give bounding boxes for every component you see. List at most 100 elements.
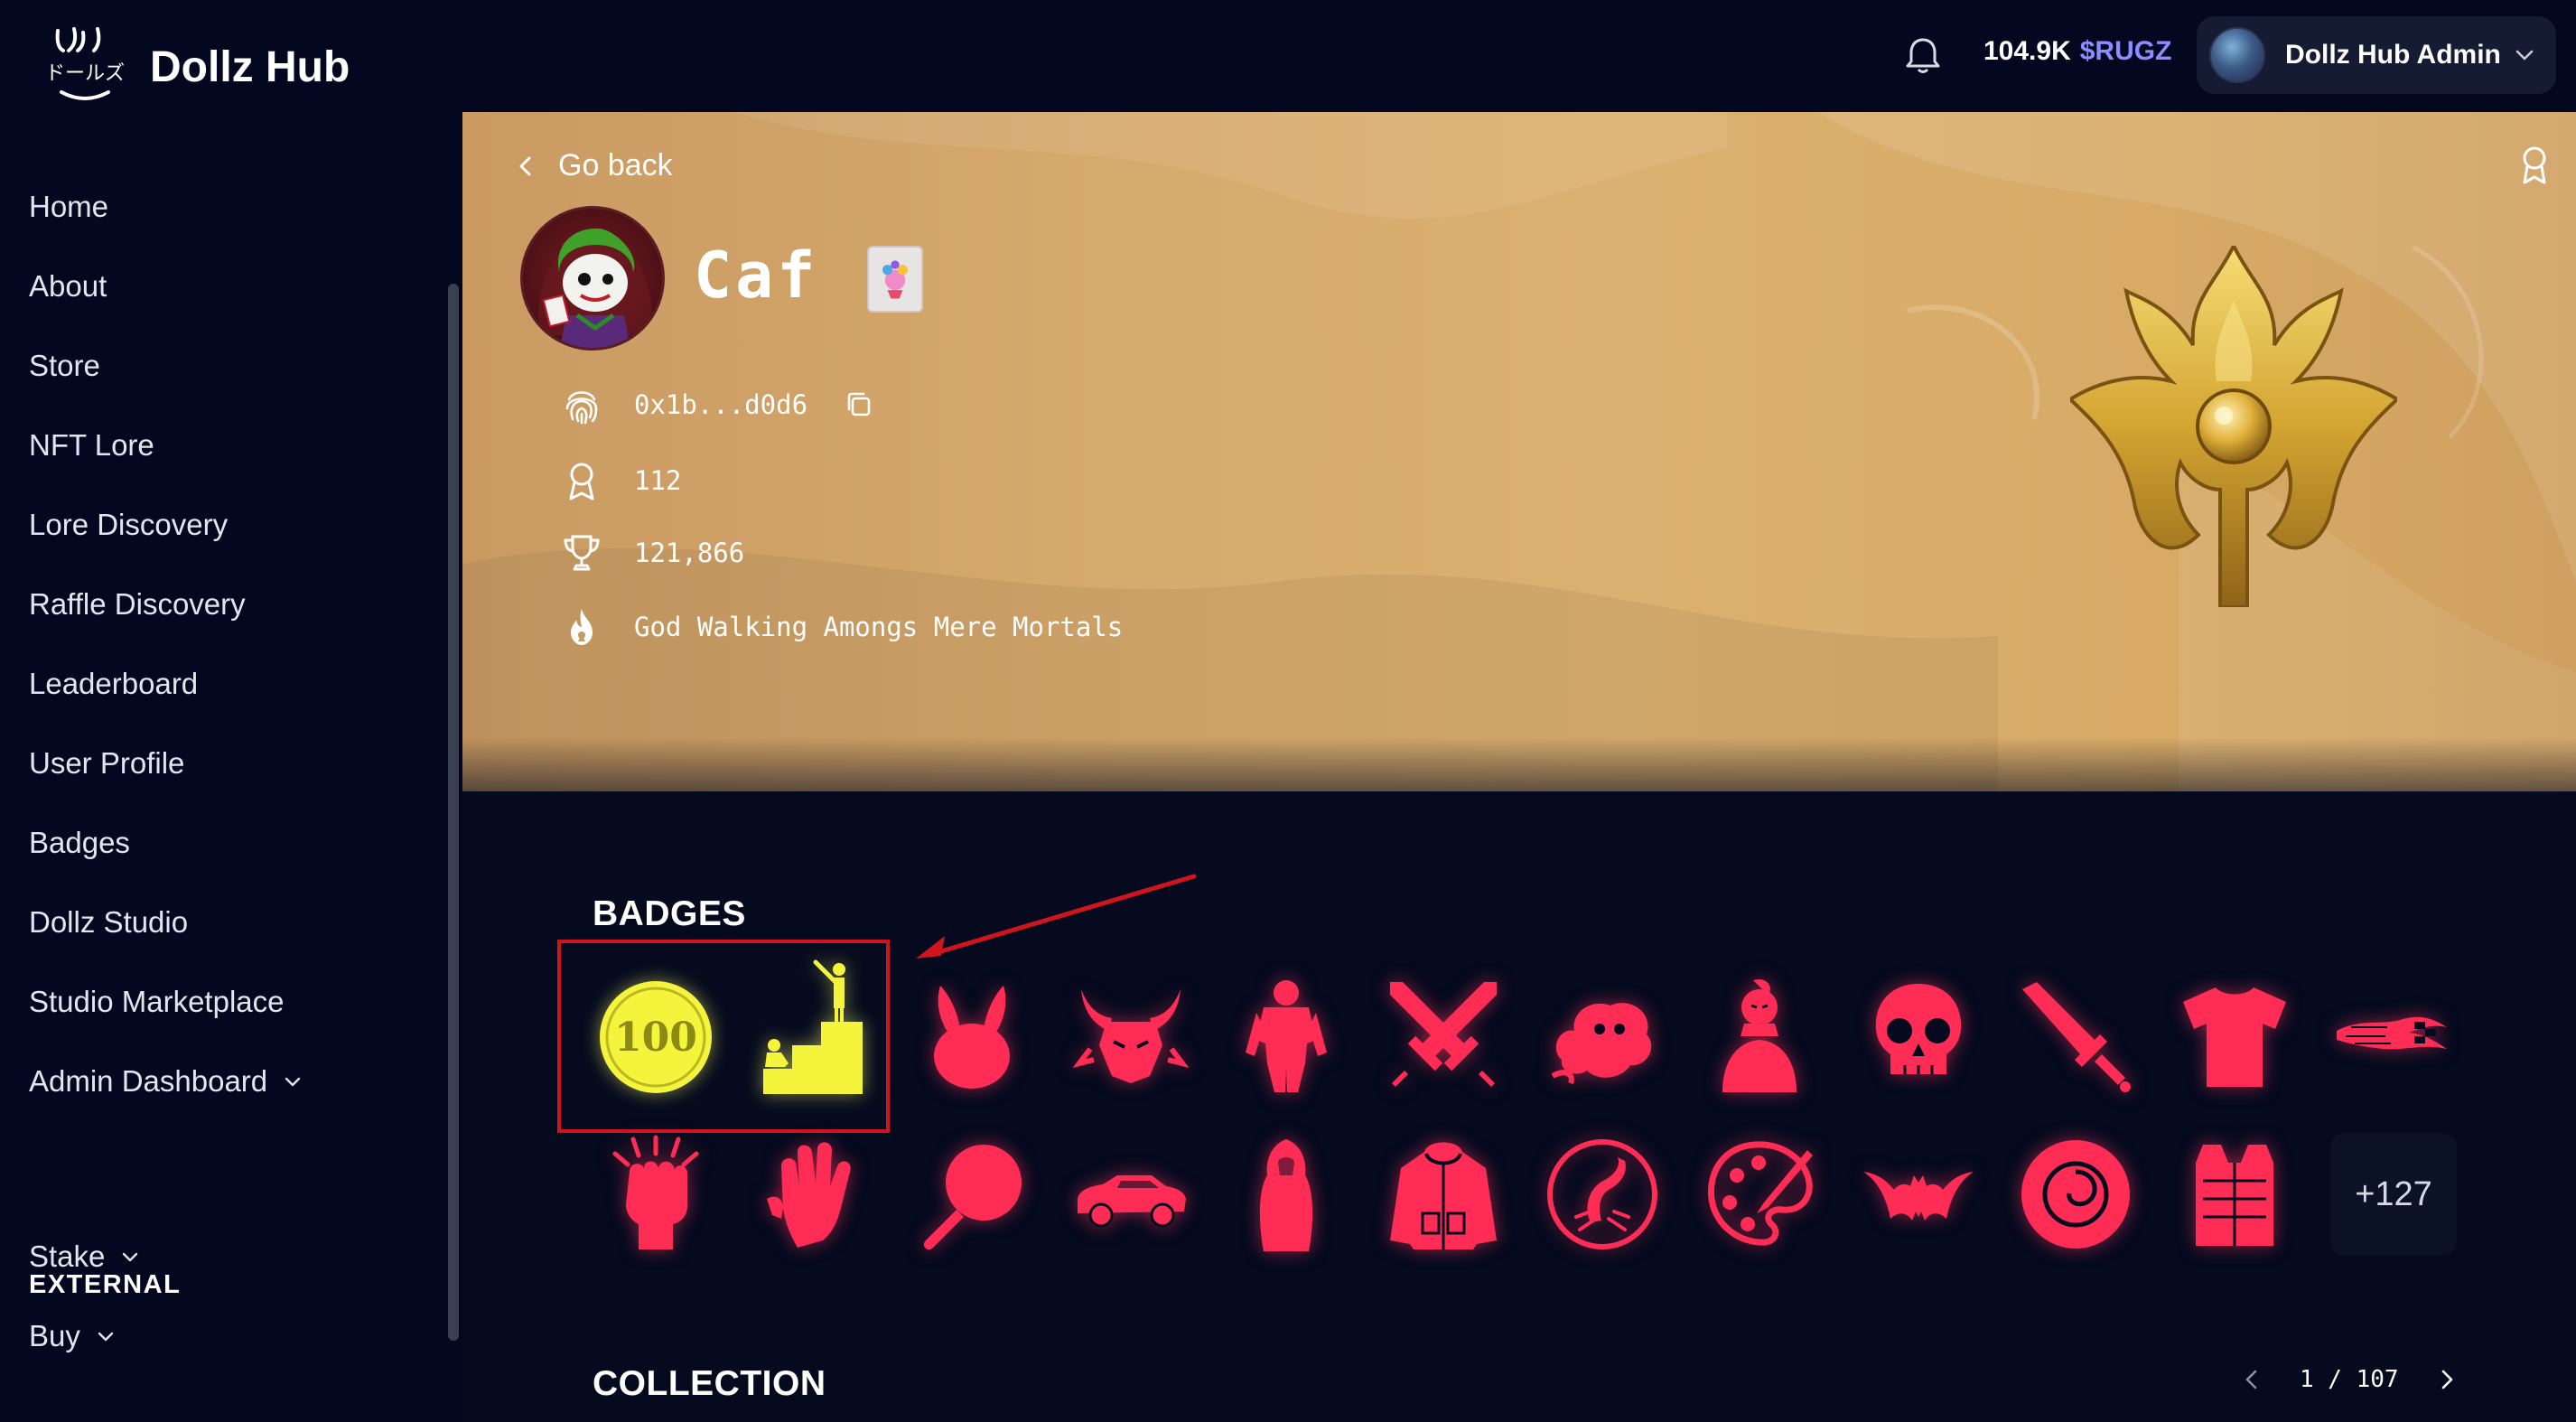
tshirt-icon [2183,987,2286,1087]
badge-podium[interactable] [751,959,874,1094]
score-row: 121,866 [560,531,744,575]
sidebar-item-label: Admin Dashboard [29,1064,268,1098]
badge-bunny[interactable] [910,974,1033,1097]
banner-fade [462,737,2576,791]
sidebar-item-leaderboard[interactable]: Leaderboard [29,667,198,701]
copy-icon[interactable] [844,389,874,420]
100-coin-icon: 100 [600,981,712,1093]
badge-vest[interactable] [2173,1133,2296,1256]
sidebar-item-nft-lore[interactable]: NFT Lore [29,428,154,463]
app-root: { "app": { "name": "Dollz Hub", "logo_te… [0,0,2576,1422]
horned-demon-icon [1072,989,1190,1083]
go-back-button[interactable]: Go back [513,148,673,183]
badge-spirit-creature[interactable] [1541,974,1664,1097]
user-menu[interactable]: Dollz Hub Admin [2197,16,2556,94]
fingerprint-icon [565,391,598,425]
badge-frying-pan[interactable] [910,1133,1033,1256]
rank-title: God Walking Amongs Mere Mortals [634,612,1124,642]
bunny-icon [934,986,1010,1089]
sidebar-item-home[interactable]: Home [29,190,108,224]
sidebar-item-label: Store [29,349,100,382]
notification-bell-icon[interactable] [1900,33,1946,78]
logo-icon: ドールズ [45,27,125,100]
badge-car[interactable] [1069,1133,1192,1256]
sidebar-item-studio-marketplace[interactable]: Studio Marketplace [29,985,284,1019]
badge-palette[interactable] [1698,1133,1821,1256]
spirit-creature-icon [1551,1003,1652,1085]
glove-icon [767,1142,851,1248]
annotation-arrow-icon [916,874,1197,959]
rank-emblem-icon [2070,246,2397,607]
hooded-cloak-icon [1259,1139,1313,1251]
sidebar-item-label: Lore Discovery [29,508,229,541]
badge-checkered-flag-flames[interactable] [2330,974,2453,1097]
flame-icon [571,609,593,645]
badge-glove[interactable] [751,1133,874,1256]
sidebar-item-store[interactable]: Store [29,349,100,383]
trophy-icon [564,535,600,571]
sidebar-item-label: Stake [29,1240,106,1273]
bat-icon [1863,1172,1974,1221]
badge-crossed-swords[interactable] [1382,974,1505,1097]
sidebar-item-admin-dashboard[interactable]: Admin Dashboard [29,1064,302,1099]
badge-armored-giant[interactable] [1225,974,1348,1097]
chevron-down-icon [98,1332,114,1342]
sidebar-item-stake[interactable]: Stake [29,1240,139,1274]
sidebar-item-about[interactable]: About [29,269,107,304]
badge-warrior-bust[interactable] [1698,974,1821,1097]
badge-vortex[interactable] [2014,1133,2137,1256]
wallet-row: 0x1b...d0d6 [560,383,874,426]
svg-text:ドールズ: ドールズ [45,62,125,85]
podium-icon [763,959,863,1094]
chevron-left-icon [519,156,531,175]
logo[interactable]: ドールズ Dollz Hub [42,23,350,110]
sidebar-item-label: About [29,269,107,303]
collection-section-title: COLLECTION [593,1364,826,1403]
frying-pan-icon [923,1145,1022,1250]
sidebar-item-lore-discovery[interactable]: Lore Discovery [29,508,228,542]
sidebar-item-label: User Profile [29,746,185,780]
sidebar-item-label: Buy [29,1319,80,1352]
wallet-address: 0x1b...d0d6 [634,389,808,420]
collection-pager: 1 / 107 [2240,1366,2459,1393]
profile-avatar [520,206,665,351]
car-icon [1078,1175,1186,1228]
badge-raised-fist[interactable] [594,1133,717,1256]
badge-tshirt[interactable] [2173,974,2296,1097]
sidebar-scrollbar[interactable] [448,284,459,1341]
sidebar-item-raffle-discovery[interactable]: Raffle Discovery [29,587,246,622]
chevron-left-icon[interactable] [2240,1368,2263,1391]
palette-icon [1707,1141,1813,1246]
chevron-down-icon [123,1252,138,1262]
crossed-swords-icon [1390,982,1497,1087]
balance-token: $RUGZ [2079,36,2172,66]
top-bar: ドールズ Dollz Hub 104.9K $RUGZ Dollz Hub Adm… [0,0,2576,112]
profile-name: Caf [694,239,819,313]
badge-bat[interactable] [1857,1133,1980,1256]
sidebar-item-buy[interactable]: Buy [29,1319,115,1353]
badge-hoodie[interactable] [1382,1133,1505,1256]
badge-broadsword[interactable] [2014,974,2137,1097]
badges-more-button[interactable]: +127 [2330,1133,2457,1256]
badge-horned-demon[interactable] [1069,974,1192,1097]
sidebar-item-label: Leaderboard [29,667,199,700]
avatar [2209,27,2265,83]
skull-icon [1875,984,1962,1074]
sidebar-item-user-profile[interactable]: User Profile [29,746,184,781]
sidebar: Home About Store NFT Lore Lore Discovery… [0,112,462,1422]
vest-icon [2196,1145,2273,1246]
score-value: 121,866 [634,538,745,568]
svg-text:100: 100 [614,1015,697,1061]
award-icon[interactable] [2516,145,2553,186]
badge-scorpion[interactable] [1541,1133,1664,1256]
pager-text: 1 / 107 [2300,1366,2399,1393]
sidebar-item-dollz-studio[interactable]: Dollz Studio [29,905,188,940]
sidebar-item-label: Dollz Studio [29,905,189,939]
sidebar-item-badges[interactable]: Badges [29,826,130,860]
chevron-right-icon[interactable] [2435,1368,2459,1391]
badge-skull[interactable] [1857,974,1980,1097]
chevron-down-icon [2515,50,2534,61]
badge-100-coin[interactable]: 100 [594,976,717,1099]
badge-hooded-cloak[interactable] [1225,1133,1348,1256]
user-name: Dollz Hub Admin [2285,40,2501,70]
